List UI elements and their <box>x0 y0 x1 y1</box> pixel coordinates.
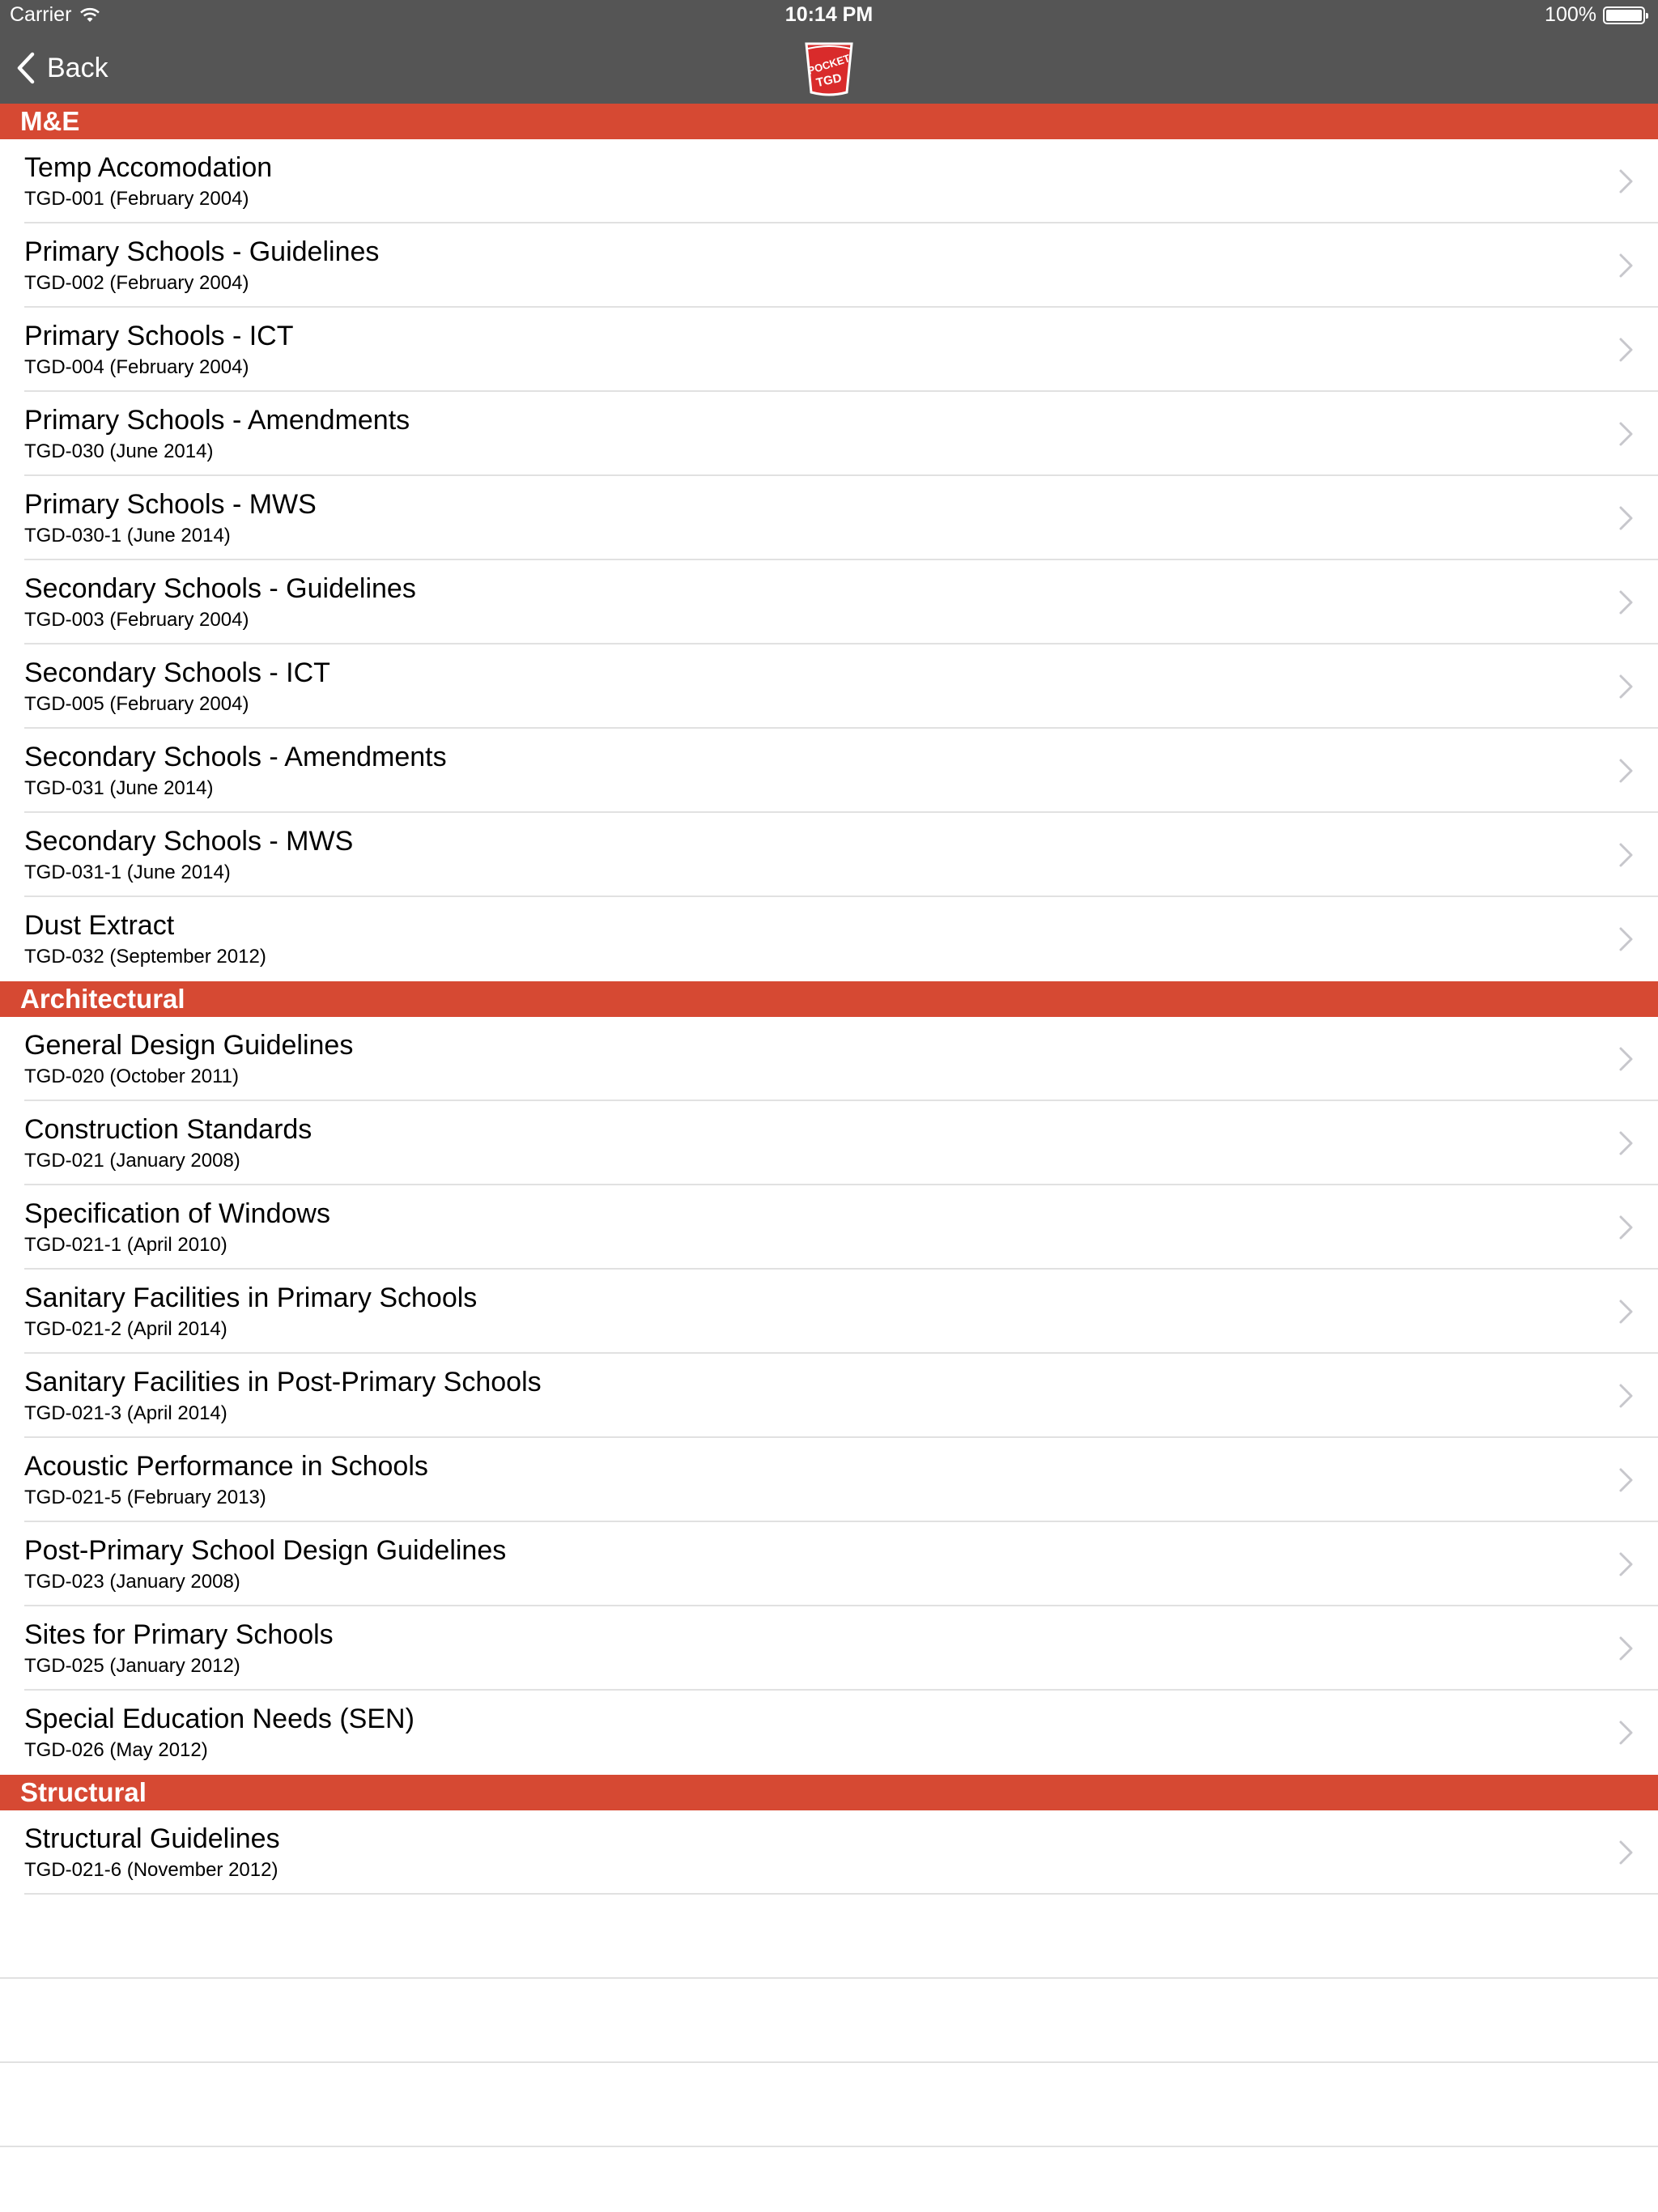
section-header-mande: M&E <box>0 104 1658 139</box>
item-subtitle: TGD-002 (February 2004) <box>24 272 249 294</box>
item-subtitle: TGD-001 (February 2004) <box>24 188 249 210</box>
item-title: Primary Schools - Guidelines <box>24 236 380 267</box>
list-item[interactable]: General Design Guidelines TGD-020 (Octob… <box>0 1017 1658 1101</box>
list-item[interactable]: Secondary Schools - Amendments TGD-031 (… <box>0 729 1658 813</box>
empty-row-divider <box>0 2061 1658 2063</box>
item-title: Structural Guidelines <box>24 1823 280 1854</box>
item-subtitle: TGD-032 (September 2012) <box>24 946 266 968</box>
item-title: Secondary Schools - Guidelines <box>24 573 416 604</box>
list-item[interactable]: Primary Schools - ICT TGD-004 (February … <box>0 308 1658 392</box>
chevron-right-icon <box>1619 1300 1633 1324</box>
chevron-right-icon <box>1619 253 1633 278</box>
list-item[interactable]: Specification of Windows TGD-021-1 (Apri… <box>0 1185 1658 1270</box>
list-item[interactable]: Construction Standards TGD-021 (January … <box>0 1101 1658 1185</box>
chevron-right-icon <box>1619 590 1633 615</box>
item-title: Primary Schools - MWS <box>24 489 317 520</box>
status-battery-group: 100% <box>1545 3 1648 27</box>
item-subtitle: TGD-003 (February 2004) <box>24 609 249 631</box>
item-subtitle: TGD-021-1 (April 2010) <box>24 1234 227 1256</box>
list-item[interactable]: Primary Schools - Guidelines TGD-002 (Fe… <box>0 223 1658 308</box>
list-item[interactable]: Special Education Needs (SEN) TGD-026 (M… <box>0 1691 1658 1775</box>
item-title: Primary Schools - Amendments <box>24 405 410 436</box>
item-subtitle: TGD-030 (June 2014) <box>24 440 214 462</box>
empty-row-divider <box>0 2146 1658 2147</box>
list-item[interactable]: Acoustic Performance in Schools TGD-021-… <box>0 1438 1658 1522</box>
status-time: 10:14 PM <box>784 3 874 26</box>
list-item[interactable]: Secondary Schools - ICT TGD-005 (Februar… <box>0 644 1658 729</box>
item-subtitle: TGD-020 (October 2011) <box>24 1066 239 1087</box>
empty-row-divider <box>0 1977 1658 1979</box>
chevron-right-icon <box>1619 1721 1633 1745</box>
pocket-tgd-logo: POCKET TGD <box>805 42 853 96</box>
chevron-right-icon <box>1619 1047 1633 1071</box>
list-item[interactable]: Secondary Schools - MWS TGD-031-1 (June … <box>0 813 1658 897</box>
item-title: Sites for Primary Schools <box>24 1619 334 1650</box>
item-title: Secondary Schools - ICT <box>24 657 330 688</box>
list-item[interactable]: Primary Schools - MWS TGD-030-1 (June 20… <box>0 476 1658 560</box>
section-header-architectural: Architectural <box>0 981 1658 1017</box>
item-title: Sanitary Facilities in Post-Primary Scho… <box>24 1367 542 1397</box>
list-item[interactable]: Temp Accomodation TGD-001 (February 2004… <box>0 139 1658 223</box>
list-item[interactable]: Sanitary Facilities in Post-Primary Scho… <box>0 1354 1658 1438</box>
back-button-label: Back <box>47 52 108 83</box>
item-title: Construction Standards <box>24 1114 312 1145</box>
item-title: Acoustic Performance in Schools <box>24 1451 428 1482</box>
item-subtitle: TGD-026 (May 2012) <box>24 1739 208 1761</box>
list-item[interactable]: Secondary Schools - Guidelines TGD-003 (… <box>0 560 1658 644</box>
item-subtitle: TGD-030-1 (June 2014) <box>24 525 231 547</box>
item-title: Primary Schools - ICT <box>24 321 294 351</box>
chevron-right-icon <box>1619 1552 1633 1576</box>
item-subtitle: TGD-005 (February 2004) <box>24 693 249 715</box>
list-item[interactable]: Sites for Primary Schools TGD-025 (Janua… <box>0 1606 1658 1691</box>
chevron-left-icon <box>17 52 35 84</box>
item-subtitle: TGD-031 (June 2014) <box>24 777 214 799</box>
item-subtitle: TGD-031-1 (June 2014) <box>24 861 231 883</box>
item-title: Special Education Needs (SEN) <box>24 1704 414 1734</box>
item-subtitle: TGD-021-5 (February 2013) <box>24 1487 266 1508</box>
chevron-right-icon <box>1619 422 1633 446</box>
item-title: Dust Extract <box>24 910 175 941</box>
chevron-right-icon <box>1619 1636 1633 1661</box>
item-title: Sanitary Facilities in Primary Schools <box>24 1283 478 1313</box>
item-subtitle: TGD-004 (February 2004) <box>24 356 249 378</box>
chevron-right-icon <box>1619 1468 1633 1492</box>
item-title: Post-Primary School Design Guidelines <box>24 1535 507 1566</box>
chevron-right-icon <box>1619 1840 1633 1865</box>
row-divider <box>24 1893 1658 1895</box>
chevron-right-icon <box>1619 1215 1633 1240</box>
section-header-structural: Structural <box>0 1775 1658 1810</box>
chevron-right-icon <box>1619 1131 1633 1155</box>
chevron-right-icon <box>1619 1384 1633 1408</box>
chevron-right-icon <box>1619 674 1633 699</box>
item-title: Secondary Schools - MWS <box>24 826 354 857</box>
list-item[interactable]: Post-Primary School Design Guidelines TG… <box>0 1522 1658 1606</box>
item-title: General Design Guidelines <box>24 1030 354 1061</box>
item-subtitle: TGD-021 (January 2008) <box>24 1150 240 1172</box>
battery-icon <box>1603 6 1648 24</box>
chevron-right-icon <box>1619 843 1633 867</box>
item-subtitle: TGD-025 (January 2012) <box>24 1655 240 1677</box>
battery-percent: 100% <box>1545 3 1596 26</box>
list-item[interactable]: Dust Extract TGD-032 (September 2012) <box>0 897 1658 981</box>
item-title: Secondary Schools - Amendments <box>24 742 447 772</box>
item-title: Temp Accomodation <box>24 152 273 183</box>
chevron-right-icon <box>1619 338 1633 362</box>
chevron-right-icon <box>1619 927 1633 951</box>
list-item[interactable]: Primary Schools - Amendments TGD-030 (Ju… <box>0 392 1658 476</box>
item-subtitle: TGD-021-6 (November 2012) <box>24 1859 278 1881</box>
item-title: Specification of Windows <box>24 1198 330 1229</box>
chevron-right-icon <box>1619 506 1633 530</box>
item-subtitle: TGD-021-2 (April 2014) <box>24 1318 227 1340</box>
list-item[interactable]: Structural Guidelines TGD-021-6 (Novembe… <box>0 1810 1658 1895</box>
chevron-right-icon <box>1619 169 1633 194</box>
item-subtitle: TGD-023 (January 2008) <box>24 1571 240 1593</box>
list-item[interactable]: Sanitary Facilities in Primary Schools T… <box>0 1270 1658 1354</box>
chevron-right-icon <box>1619 759 1633 783</box>
navigation-bar: Carrier 10:14 PM 100% Back POCKET TGD <box>0 0 1658 104</box>
back-button[interactable]: Back <box>16 47 108 89</box>
item-subtitle: TGD-021-3 (April 2014) <box>24 1402 227 1424</box>
